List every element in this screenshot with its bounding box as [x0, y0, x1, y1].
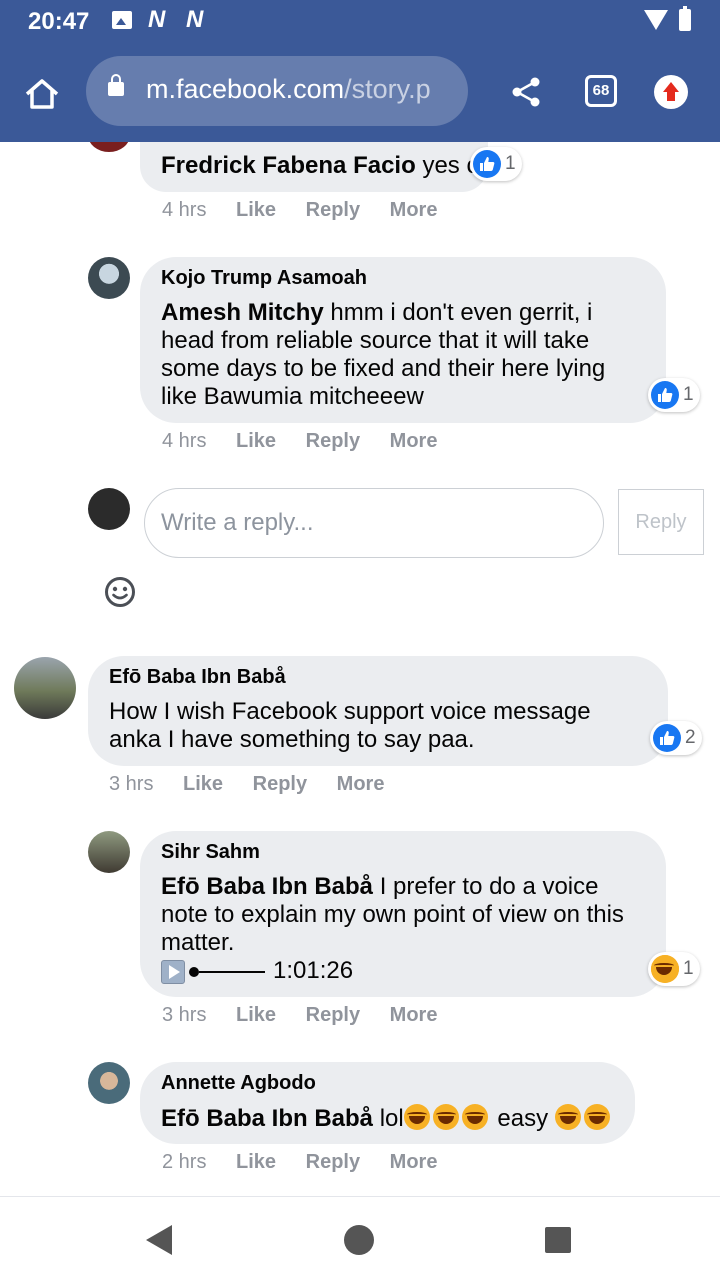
more-link[interactable]: More: [390, 199, 438, 221]
more-link[interactable]: More: [390, 1151, 438, 1173]
reply-link[interactable]: Reply: [306, 199, 360, 221]
like-link[interactable]: Like: [183, 773, 223, 795]
reaction-count[interactable]: 1: [648, 378, 700, 412]
comment-actions: 4 hrs Like Reply More: [162, 199, 437, 222]
reaction-number: 1: [505, 153, 516, 174]
mention[interactable]: Efō Baba Ibn Babå: [161, 1105, 373, 1132]
laughing-emoji-icon: [432, 1104, 459, 1130]
voice-note[interactable]: 1:01:26: [161, 957, 353, 985]
comment-bubble: Annette Agbodo Efō Baba Ibn Babå lol eas…: [140, 1062, 635, 1144]
share-icon[interactable]: [510, 76, 542, 108]
laughing-emoji-icon: [403, 1104, 430, 1130]
reply-link[interactable]: Reply: [306, 1151, 360, 1173]
home-icon[interactable]: [24, 78, 60, 110]
play-icon[interactable]: [161, 959, 185, 984]
comment-text: Efō Baba Ibn Babå I prefer to do a voice…: [161, 873, 651, 957]
reply-input[interactable]: Write a reply...: [144, 488, 604, 558]
laughing-emoji-icon: [554, 1104, 581, 1130]
mention[interactable]: Efō Baba Ibn Babå: [161, 873, 373, 900]
comment-body: How I wish Facebook support voice messag…: [109, 698, 591, 753]
comment-author[interactable]: Efō Baba Ibn Babå: [109, 666, 286, 689]
comment-author[interactable]: Kojo Trump Asamoah: [161, 267, 367, 290]
like-icon: [473, 150, 501, 178]
battery-icon: [679, 6, 691, 31]
url-host: m.facebook.com: [146, 74, 345, 104]
avatar[interactable]: [14, 657, 76, 719]
smiley-icon[interactable]: [104, 576, 136, 608]
comment-text: Efō Baba Ibn Babå lol easy: [161, 1104, 613, 1133]
avatar[interactable]: [88, 831, 130, 873]
comment-time: 4 hrs: [162, 430, 207, 452]
reaction-count[interactable]: 2: [650, 721, 702, 755]
comment-time: 2 hrs: [162, 1151, 207, 1173]
tabs-icon[interactable]: 68: [585, 75, 617, 107]
like-link[interactable]: Like: [236, 1151, 276, 1173]
back-icon[interactable]: [146, 1225, 172, 1255]
status-bar: 20:47 N N: [0, 0, 720, 44]
reply-button[interactable]: Reply: [618, 489, 704, 555]
avatar[interactable]: [88, 257, 130, 299]
update-icon[interactable]: [654, 75, 688, 109]
status-time: 20:47: [28, 8, 90, 35]
url-path: /story.p: [344, 74, 431, 104]
comment-bubble: Kojo Trump Asamoah Amesh Mitchy hmm i do…: [140, 257, 666, 423]
reply-link[interactable]: Reply: [306, 1004, 360, 1026]
like-link[interactable]: Like: [236, 1004, 276, 1026]
reply-link[interactable]: Reply: [306, 430, 360, 452]
image-notification-icon: [112, 11, 132, 29]
reply-link[interactable]: Reply: [253, 773, 307, 795]
comment-bubble: Sihr Sahm Efō Baba Ibn Babå I prefer to …: [140, 831, 666, 997]
like-icon: [651, 381, 679, 409]
home-circle-icon[interactable]: [344, 1225, 374, 1255]
comment-time: 3 hrs: [162, 1004, 207, 1026]
url-text[interactable]: m.facebook.com/story.p: [146, 74, 458, 105]
user-avatar: [88, 488, 130, 530]
more-link[interactable]: More: [390, 430, 438, 452]
comment-body-2: easy: [490, 1105, 555, 1132]
reaction-number: 1: [683, 384, 694, 405]
comment-actions: 2 hrs Like Reply More: [162, 1151, 437, 1174]
like-link[interactable]: Like: [236, 199, 276, 221]
laughing-emoji-icon: [583, 1104, 610, 1130]
recents-icon[interactable]: [545, 1227, 571, 1253]
n-notification-icon: N: [148, 6, 166, 33]
scrub-track[interactable]: [199, 970, 265, 973]
comment-time: 3 hrs: [109, 773, 154, 795]
avatar[interactable]: [88, 1062, 130, 1104]
mention-author[interactable]: Fredrick Fabena Facio: [161, 152, 416, 179]
audio-duration: 1:01:26: [273, 957, 354, 984]
comment-time: 4 hrs: [162, 199, 207, 221]
comment-actions: 3 hrs Like Reply More: [109, 773, 384, 796]
lock-icon: [108, 74, 124, 96]
comment-bubble: Efō Baba Ibn Babå How I wish Facebook su…: [88, 656, 668, 766]
comment-actions: 3 hrs Like Reply More: [162, 1004, 437, 1027]
comment-author[interactable]: Annette Agbodo: [161, 1072, 316, 1095]
haha-icon: [651, 955, 679, 983]
reaction-number: 2: [685, 727, 696, 748]
reaction-count[interactable]: 1: [648, 952, 700, 986]
comment-body: lol: [373, 1105, 404, 1132]
navigation-bar: [0, 1196, 720, 1281]
scrub-handle[interactable]: [189, 966, 199, 977]
comment-bubble: Fredrick Fabena Facio yes o: [140, 142, 488, 192]
more-link[interactable]: More: [337, 773, 385, 795]
url-bar[interactable]: m.facebook.com/story.p: [86, 56, 468, 126]
reaction-count[interactable]: 1: [470, 147, 522, 181]
comment-text: Amesh Mitchy hmm i don't even gerrit, i …: [161, 299, 641, 411]
laughing-emoji-icon: [461, 1104, 488, 1130]
reaction-number: 1: [683, 958, 694, 979]
comment-author[interactable]: Sihr Sahm: [161, 841, 260, 864]
n-notification-icon-2: N: [186, 6, 204, 33]
like-link[interactable]: Like: [236, 430, 276, 452]
more-link[interactable]: More: [390, 1004, 438, 1026]
like-icon: [653, 724, 681, 752]
comment-actions: 4 hrs Like Reply More: [162, 430, 437, 453]
mention[interactable]: Amesh Mitchy: [161, 299, 324, 326]
wifi-icon: [644, 10, 668, 30]
comment-text: Fredrick Fabena Facio yes o: [161, 152, 480, 180]
